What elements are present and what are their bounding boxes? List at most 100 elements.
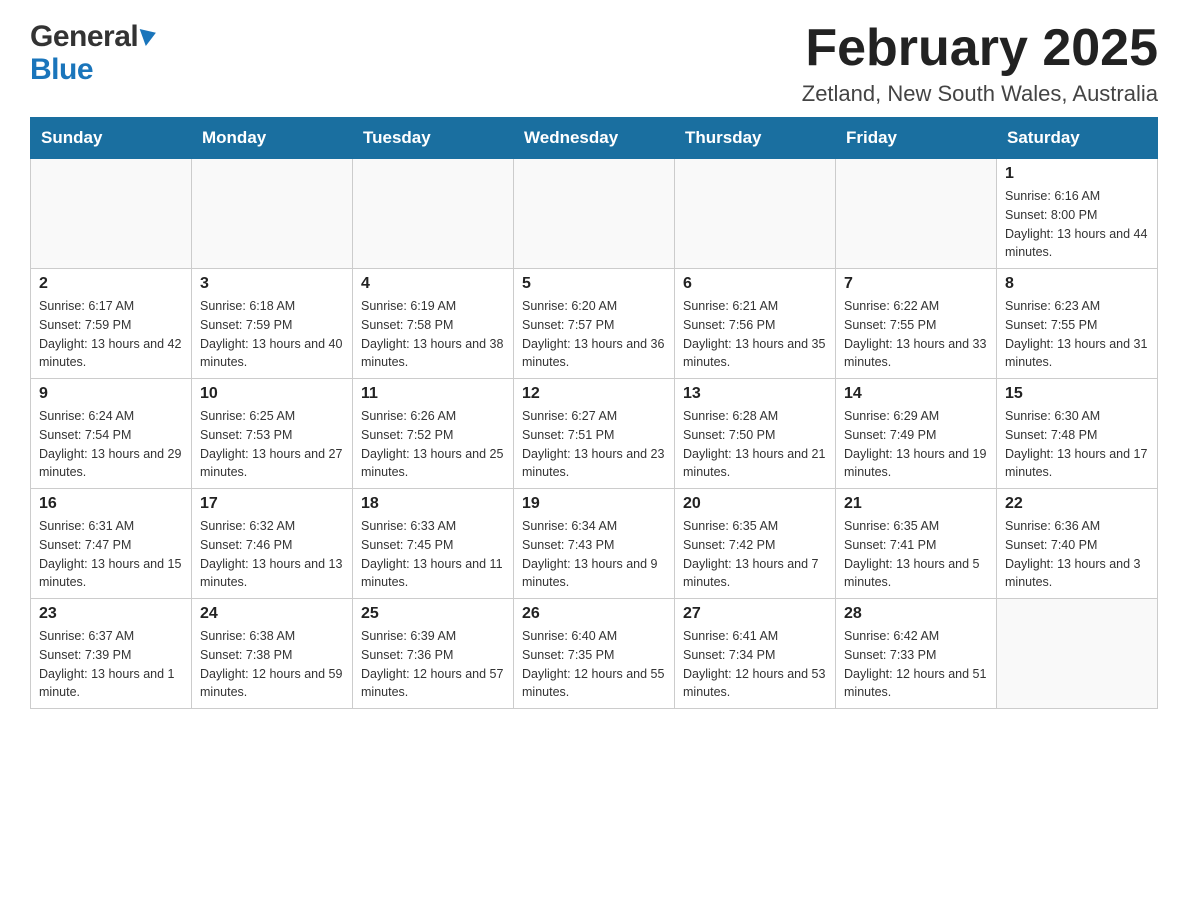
calendar-cell: 9 Sunrise: 6:24 AMSunset: 7:54 PMDaylight…: [31, 379, 192, 489]
calendar-cell: 18 Sunrise: 6:33 AMSunset: 7:45 PMDayligh…: [353, 489, 514, 599]
weekday-header-wednesday: Wednesday: [514, 118, 675, 159]
day-number: 3: [200, 275, 344, 293]
day-info: Sunset: 7:58 PM: [361, 316, 505, 335]
day-info: Sunset: 7:54 PM: [39, 426, 183, 445]
day-info: Sunrise: 6:24 AM: [39, 407, 183, 426]
calendar-header: SundayMondayTuesdayWednesdayThursdayFrid…: [31, 118, 1158, 159]
calendar-cell: 28Sunrise: 6:42 AMSunset: 7:33 PMDayligh…: [836, 599, 997, 709]
calendar-cell: [192, 159, 353, 269]
day-info: Sunset: 7:38 PM: [200, 646, 344, 665]
day-info: Sunrise: 6:23 AM: [1005, 297, 1149, 316]
day-info: Sunset: 7:43 PM: [522, 536, 666, 555]
calendar-cell: 10Sunrise: 6:25 AMSunset: 7:53 PMDayligh…: [192, 379, 353, 489]
day-info: Daylight: 13 hours and 9 minutes.: [522, 555, 666, 593]
calendar-cell: 17Sunrise: 6:32 AMSunset: 7:46 PMDayligh…: [192, 489, 353, 599]
day-info: Daylight: 12 hours and 51 minutes.: [844, 665, 988, 703]
day-info: Sunset: 7:39 PM: [39, 646, 183, 665]
day-info: Daylight: 13 hours and 11 minutes.: [361, 555, 505, 593]
day-info: Sunrise: 6:38 AM: [200, 627, 344, 646]
day-info: Sunrise: 6:35 AM: [683, 517, 827, 536]
day-info: Sunset: 7:49 PM: [844, 426, 988, 445]
month-title: February 2025: [802, 20, 1158, 77]
calendar-cell: 14 Sunrise: 6:29 AMSunset: 7:49 PMDayligh…: [836, 379, 997, 489]
day-number: 20: [683, 495, 827, 513]
calendar-week-row: 16Sunrise: 6:31 AMSunset: 7:47 PMDayligh…: [31, 489, 1158, 599]
calendar-cell: [997, 599, 1158, 709]
day-info: Sunrise: 6:42 AM: [844, 627, 988, 646]
day-number: 5: [522, 275, 666, 293]
day-info: Sunrise: 6:22 AM: [844, 297, 988, 316]
day-info: Daylight: 13 hours and 21 minutes.: [683, 445, 827, 483]
day-number: 23: [39, 605, 183, 623]
calendar-cell: 26Sunrise: 6:40 AMSunset: 7:35 PMDayligh…: [514, 599, 675, 709]
day-number: 8: [1005, 275, 1149, 293]
day-info: Daylight: 12 hours and 59 minutes.: [200, 665, 344, 703]
calendar-cell: [31, 159, 192, 269]
day-number: 27: [683, 605, 827, 623]
day-info: Sunset: 7:45 PM: [361, 536, 505, 555]
day-info: Sunset: 8:00 PM: [1005, 206, 1149, 225]
day-number: 28: [844, 605, 988, 623]
calendar-cell: 1Sunrise: 6:16 AMSunset: 8:00 PMDaylight…: [997, 159, 1158, 269]
day-info: Daylight: 13 hours and 35 minutes.: [683, 335, 827, 373]
day-number: 18: [361, 495, 505, 513]
calendar-cell: 16Sunrise: 6:31 AMSunset: 7:47 PMDayligh…: [31, 489, 192, 599]
day-info: Daylight: 13 hours and 27 minutes.: [200, 445, 344, 483]
day-number: 16: [39, 495, 183, 513]
calendar-cell: 5Sunrise: 6:20 AMSunset: 7:57 PMDaylight…: [514, 269, 675, 379]
day-info: Daylight: 12 hours and 53 minutes.: [683, 665, 827, 703]
day-number: 4: [361, 275, 505, 293]
day-info: Daylight: 13 hours and 19 minutes.: [844, 445, 988, 483]
location-title: Zetland, New South Wales, Australia: [802, 81, 1158, 107]
day-info: Sunrise: 6:26 AM: [361, 407, 505, 426]
day-info: Sunset: 7:36 PM: [361, 646, 505, 665]
weekday-header-sunday: Sunday: [31, 118, 192, 159]
day-info: Sunrise: 6:28 AM: [683, 407, 827, 426]
calendar-cell: 11Sunrise: 6:26 AMSunset: 7:52 PMDayligh…: [353, 379, 514, 489]
day-number: 14: [844, 385, 988, 403]
day-info: Daylight: 13 hours and 15 minutes.: [39, 555, 183, 593]
day-info: Sunset: 7:59 PM: [200, 316, 344, 335]
calendar-cell: [836, 159, 997, 269]
day-info: Daylight: 13 hours and 38 minutes.: [361, 335, 505, 373]
day-info: Sunset: 7:57 PM: [522, 316, 666, 335]
day-info: Sunrise: 6:25 AM: [200, 407, 344, 426]
day-number: 7: [844, 275, 988, 293]
day-info: Sunrise: 6:19 AM: [361, 297, 505, 316]
calendar-week-row: 1Sunrise: 6:16 AMSunset: 8:00 PMDaylight…: [31, 159, 1158, 269]
day-info: Sunrise: 6:29 AM: [844, 407, 988, 426]
day-info: Sunrise: 6:32 AM: [200, 517, 344, 536]
day-info: Sunrise: 6:37 AM: [39, 627, 183, 646]
weekday-header-saturday: Saturday: [997, 118, 1158, 159]
weekday-header-monday: Monday: [192, 118, 353, 159]
calendar-cell: [514, 159, 675, 269]
day-info: Sunset: 7:56 PM: [683, 316, 827, 335]
calendar-cell: 25Sunrise: 6:39 AMSunset: 7:36 PMDayligh…: [353, 599, 514, 709]
day-number: 6: [683, 275, 827, 293]
title-section: February 2025 Zetland, New South Wales, …: [802, 20, 1158, 107]
calendar-cell: 19Sunrise: 6:34 AMSunset: 7:43 PMDayligh…: [514, 489, 675, 599]
day-number: 13: [683, 385, 827, 403]
day-info: Sunset: 7:48 PM: [1005, 426, 1149, 445]
calendar-table: SundayMondayTuesdayWednesdayThursdayFrid…: [30, 117, 1158, 709]
calendar-cell: 13 Sunrise: 6:28 AMSunset: 7:50 PMDayligh…: [675, 379, 836, 489]
calendar-week-row: 2Sunrise: 6:17 AMSunset: 7:59 PMDaylight…: [31, 269, 1158, 379]
day-number: 26: [522, 605, 666, 623]
day-number: 24: [200, 605, 344, 623]
day-number: 9: [39, 385, 183, 403]
day-info: Daylight: 13 hours and 40 minutes.: [200, 335, 344, 373]
day-info: Daylight: 13 hours and 25 minutes.: [361, 445, 505, 483]
calendar-cell: 22Sunrise: 6:36 AMSunset: 7:40 PMDayligh…: [997, 489, 1158, 599]
day-info: Sunrise: 6:33 AM: [361, 517, 505, 536]
day-info: Sunrise: 6:20 AM: [522, 297, 666, 316]
day-number: 2: [39, 275, 183, 293]
calendar-cell: 2Sunrise: 6:17 AMSunset: 7:59 PMDaylight…: [31, 269, 192, 379]
day-info: Sunset: 7:51 PM: [522, 426, 666, 445]
calendar-cell: 23Sunrise: 6:37 AMSunset: 7:39 PMDayligh…: [31, 599, 192, 709]
day-number: 17: [200, 495, 344, 513]
day-info: Sunrise: 6:41 AM: [683, 627, 827, 646]
day-info: Sunrise: 6:17 AM: [39, 297, 183, 316]
day-info: Daylight: 13 hours and 29 minutes.: [39, 445, 183, 483]
calendar-cell: 8Sunrise: 6:23 AMSunset: 7:55 PMDaylight…: [997, 269, 1158, 379]
day-info: Sunset: 7:50 PM: [683, 426, 827, 445]
